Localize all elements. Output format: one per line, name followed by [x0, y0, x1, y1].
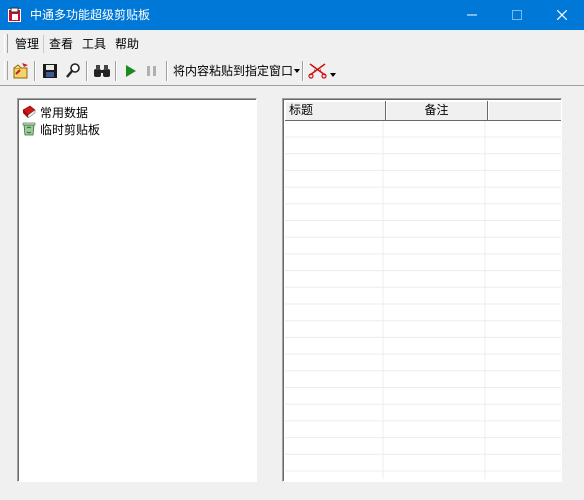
column-header-note[interactable]: 备注 [386, 101, 488, 121]
minimize-icon [466, 14, 477, 16]
column-header-extra[interactable] [488, 101, 561, 121]
category-tree[interactable]: 常用数据 临时剪贴板 [17, 98, 257, 482]
search-button[interactable] [63, 61, 83, 81]
app-icon [8, 7, 21, 22]
toolbar-separator [115, 61, 117, 81]
tree-item-temp-clipboard[interactable]: 临时剪贴板 [22, 121, 100, 137]
menu-help[interactable]: 帮助 [113, 37, 141, 51]
menu-manage[interactable]: 管理 [13, 37, 41, 51]
toolbar: 将内容粘贴到指定窗口 [0, 57, 584, 86]
toolbar-separator [166, 61, 168, 81]
play-icon [126, 65, 136, 77]
recycle-bin-icon [22, 122, 36, 136]
maximize-button[interactable] [494, 0, 539, 30]
new-category-button[interactable] [11, 61, 31, 81]
play-button[interactable] [121, 61, 141, 81]
clip-list[interactable]: 标题 备注 [282, 98, 562, 482]
pause-icon [147, 66, 156, 76]
chevron-down-icon[interactable] [294, 69, 300, 73]
cut-scissors-icon [308, 63, 327, 79]
minimize-button[interactable] [449, 0, 494, 30]
menu-grip[interactable] [4, 34, 8, 53]
tree-item-common-data[interactable]: 常用数据 [22, 104, 88, 120]
title-bar: 中通多功能超级剪贴板 [0, 0, 584, 30]
find-binoculars-icon [94, 65, 110, 77]
maximize-icon [511, 10, 522, 20]
find-button[interactable] [92, 61, 112, 81]
list-header: 标题 备注 [285, 101, 561, 121]
book-icon [22, 105, 36, 119]
new-folder-icon [13, 63, 28, 79]
toolbar-separator [86, 61, 88, 81]
toolbar-separator [34, 61, 36, 81]
clip-tool-button[interactable] [307, 61, 327, 81]
toolbar-grip[interactable] [4, 61, 8, 80]
menu-view[interactable]: 查看 [47, 37, 75, 51]
save-icon [43, 64, 57, 78]
tree-item-label: 临时剪贴板 [40, 122, 101, 137]
tree-item-label: 常用数据 [40, 105, 89, 120]
column-header-title[interactable]: 标题 [285, 101, 386, 121]
pause-button[interactable] [142, 61, 162, 81]
paste-to-window-button[interactable]: 将内容粘贴到指定窗口 [173, 61, 293, 81]
close-icon [556, 10, 567, 20]
search-icon [66, 63, 80, 78]
menu-tools[interactable]: 工具 [80, 37, 108, 51]
menu-bar: 管理 查看 工具 帮助 [0, 30, 584, 58]
menu-divider [43, 35, 44, 53]
list-grid [285, 121, 561, 479]
save-button[interactable] [40, 61, 60, 81]
close-button[interactable] [539, 0, 584, 30]
window-title: 中通多功能超级剪贴板 [30, 8, 151, 22]
chevron-down-icon[interactable] [330, 73, 336, 77]
toolbar-separator [302, 61, 304, 81]
